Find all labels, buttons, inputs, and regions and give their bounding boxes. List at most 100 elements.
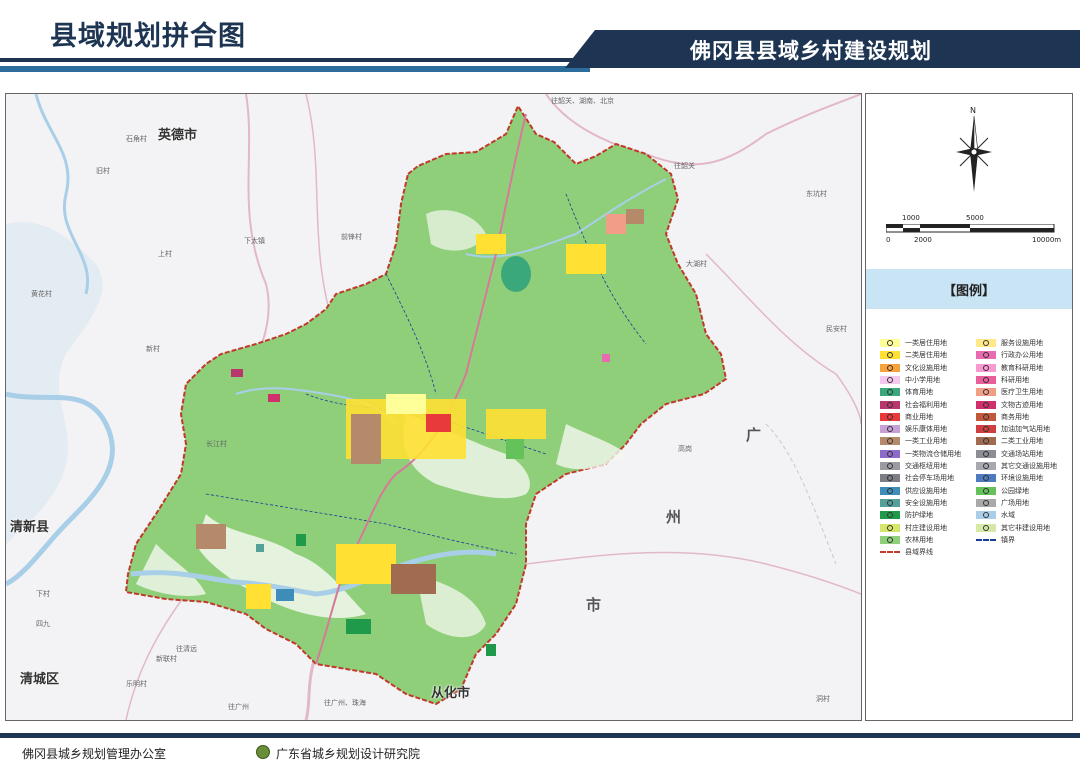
legend-item: 二类居住用地 bbox=[880, 350, 947, 361]
footer-org-left: 佛冈县城乡规划管理办公室 bbox=[22, 747, 167, 761]
header-stripe bbox=[0, 58, 600, 62]
scale-label: 5000 bbox=[966, 214, 984, 222]
legend-label: 镇界 bbox=[1001, 535, 1015, 544]
urban-area bbox=[246, 584, 271, 609]
city-label: 清新县 bbox=[10, 520, 50, 535]
legend-swatch bbox=[976, 339, 996, 347]
legend-item: 加油加气站用地 bbox=[976, 424, 1050, 435]
direction-label: 往广州、珠海 bbox=[324, 699, 366, 707]
city-label: 从化市 bbox=[431, 686, 471, 701]
urban-area bbox=[486, 409, 546, 439]
legend-item: 公园绿地 bbox=[976, 486, 1029, 497]
green-area bbox=[296, 534, 306, 546]
legend-swatch bbox=[976, 498, 996, 507]
legend-swatch bbox=[976, 388, 996, 397]
legend-item: 体育用地 bbox=[880, 387, 933, 398]
legend-line-swatch bbox=[880, 551, 900, 554]
legend-label: 农林用地 bbox=[905, 535, 933, 544]
legend-swatch bbox=[976, 351, 996, 360]
legend-item: 其它非建设用地 bbox=[976, 523, 1050, 534]
legend-item: 医疗卫生用地 bbox=[976, 387, 1043, 398]
town-label: 新村 bbox=[146, 345, 160, 353]
legend-item: 水域 bbox=[976, 510, 1015, 521]
commercial-area bbox=[426, 414, 451, 432]
institute-logo-icon bbox=[256, 745, 270, 759]
legend-item: 服务设施用地 bbox=[976, 338, 1043, 349]
industrial-area bbox=[196, 524, 226, 549]
legend-swatch bbox=[880, 437, 900, 446]
direction-label: 往清远 bbox=[176, 645, 197, 653]
legend-label: 环境设施用地 bbox=[1001, 474, 1043, 483]
city-label: 英德市 bbox=[158, 128, 198, 143]
town-label: 民安村 bbox=[826, 325, 847, 333]
footer-org-right: 广东省城乡规划设计研究院 bbox=[276, 747, 421, 761]
legend-swatch bbox=[880, 425, 900, 434]
legend-item: 商务用地 bbox=[976, 412, 1029, 423]
legend-item: 商业用地 bbox=[880, 412, 933, 423]
legend-label: 交通场站用地 bbox=[1001, 449, 1043, 458]
urban-area bbox=[336, 544, 396, 584]
legend-item: 村庄建设用地 bbox=[880, 523, 947, 534]
legend-item: 娱乐康体用地 bbox=[880, 424, 947, 435]
scale-label: 2000 bbox=[914, 236, 932, 244]
legend-label: 商务用地 bbox=[1001, 412, 1029, 421]
town-label: 上村 bbox=[158, 250, 172, 258]
legend-label: 交通枢纽用地 bbox=[905, 462, 947, 470]
direction-label: 往韶关 bbox=[674, 162, 695, 170]
map-panel[interactable]: 英德市 清新县 清城区 从化市 广 州 市 下太镇 往韶关、湖南、北京 往韶关 … bbox=[5, 93, 862, 721]
legend-label: 安全设施用地 bbox=[905, 498, 947, 507]
scale-label: 1000 bbox=[902, 214, 920, 222]
urban-area bbox=[566, 244, 606, 274]
legend-label: 社会福利用地 bbox=[905, 400, 947, 409]
scale-label: 10000m bbox=[1032, 236, 1062, 244]
legend-label: 防护绿地 bbox=[905, 511, 933, 520]
legend-item: 社会福利用地 bbox=[880, 400, 947, 411]
industrial-area bbox=[351, 414, 381, 464]
town-label: 洞村 bbox=[816, 695, 830, 703]
legend-label: 服务设施用地 bbox=[1001, 339, 1043, 347]
town-label: 长江村 bbox=[206, 440, 227, 448]
direction-label: 往韶关、湖南、北京 bbox=[551, 97, 614, 105]
legend-label: 县域界线 bbox=[905, 548, 933, 557]
industrial-area bbox=[391, 564, 436, 594]
legend-item: 一类居住用地 bbox=[880, 338, 947, 349]
legend-swatch bbox=[880, 412, 900, 421]
legend-swatch bbox=[976, 412, 996, 421]
residential-area bbox=[386, 394, 426, 414]
province-char: 广 bbox=[746, 426, 762, 444]
town-label: 东坑村 bbox=[806, 190, 827, 198]
legend-label: 公园绿地 bbox=[1001, 486, 1029, 495]
legend-swatch bbox=[976, 400, 996, 409]
green-area bbox=[346, 619, 371, 634]
park bbox=[506, 439, 524, 459]
legend-swatch bbox=[880, 375, 900, 384]
legend-item: 其它交通设施用地 bbox=[976, 461, 1057, 472]
urban-area bbox=[476, 234, 506, 254]
legend-swatch bbox=[976, 375, 996, 384]
legend-swatch bbox=[880, 523, 900, 532]
legend-label: 体育用地 bbox=[905, 388, 933, 397]
legend-label: 商业用地 bbox=[905, 412, 933, 421]
legend-label: 一类居住用地 bbox=[905, 339, 947, 347]
legend-item: 安全设施用地 bbox=[880, 498, 947, 509]
legend-item: 科研用地 bbox=[976, 375, 1029, 386]
north-label: N bbox=[970, 106, 976, 115]
town-label: 乐明村 bbox=[126, 680, 147, 688]
legend-swatch bbox=[880, 363, 900, 372]
town-label: 石角村 bbox=[126, 135, 147, 143]
legend-item: 中小学用地 bbox=[880, 375, 940, 386]
town-label: 大湖村 bbox=[686, 260, 707, 268]
legend-label: 二类工业用地 bbox=[1001, 437, 1043, 446]
legend-panel: N 1000 5000 0 2000 10000m 【图例】 一类居住用地 二类居… bbox=[865, 93, 1073, 721]
heritage-area bbox=[268, 394, 280, 402]
town-label: 黄花村 bbox=[31, 290, 52, 298]
plan-title: 佛冈县县域乡村建设规划 bbox=[690, 39, 932, 63]
legend-swatch bbox=[976, 486, 996, 495]
province-char: 市 bbox=[586, 596, 602, 614]
legend-title: 【图例】 bbox=[942, 284, 995, 299]
legend-swatch bbox=[880, 388, 900, 397]
legend-item: 防护绿地 bbox=[880, 510, 933, 521]
town-label: 高岗 bbox=[678, 445, 692, 453]
legend-label: 村庄建设用地 bbox=[905, 523, 947, 532]
legend-swatch bbox=[976, 462, 996, 470]
